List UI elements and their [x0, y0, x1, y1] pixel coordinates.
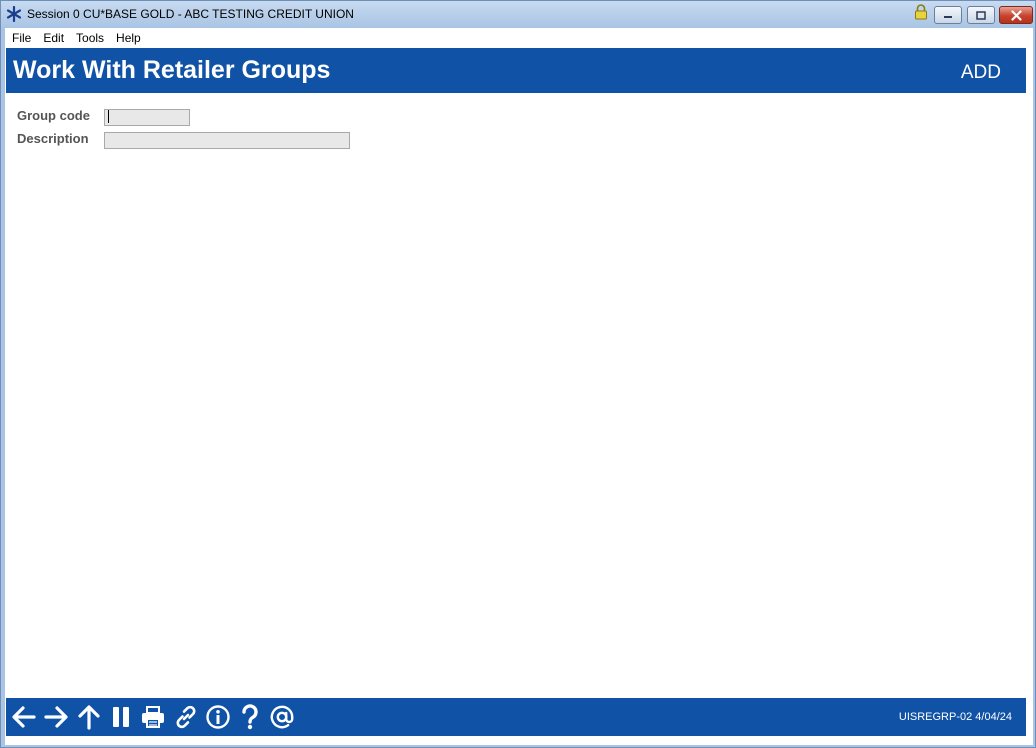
minimize-button[interactable] [934, 6, 962, 24]
menu-file[interactable]: File [6, 31, 37, 45]
app-window: Session 0 CU*BASE GOLD - ABC TESTING CRE… [0, 0, 1036, 748]
mode-label: ADD [960, 62, 1001, 83]
maximize-button[interactable] [967, 6, 995, 24]
window-title: Session 0 CU*BASE GOLD - ABC TESTING CRE… [27, 7, 354, 21]
page-title: Work With Retailer Groups [13, 56, 331, 84]
group-code-input[interactable] [104, 109, 190, 126]
app-logo-icon [6, 6, 22, 22]
help-icon [242, 704, 258, 730]
minimize-icon [944, 16, 952, 18]
link-icon [176, 705, 196, 729]
close-button[interactable] [999, 6, 1033, 24]
up-arrow-icon [78, 705, 100, 730]
close-icon [1010, 9, 1022, 21]
maximize-icon [976, 10, 986, 20]
info-icon [206, 705, 230, 729]
pause-button[interactable] [108, 704, 134, 730]
print-button[interactable] [140, 704, 166, 730]
back-button[interactable] [11, 704, 37, 730]
text-cursor [108, 110, 109, 123]
menu-bar: File Edit Tools Help [5, 28, 1033, 47]
title-bar[interactable]: Session 0 CU*BASE GOLD - ABC TESTING CRE… [1, 1, 1035, 28]
page-header: Work With Retailer Groups ADD [6, 48, 1026, 93]
up-button[interactable] [76, 704, 102, 730]
group-code-label: Group code [17, 108, 90, 123]
description-input[interactable] [104, 132, 350, 149]
scrollbar-track[interactable] [1026, 48, 1033, 698]
link-button[interactable] [173, 704, 199, 730]
menu-help[interactable]: Help [110, 31, 147, 45]
lock-icon [915, 4, 927, 20]
email-button[interactable] [269, 704, 295, 730]
print-icon [142, 706, 164, 728]
menu-tools[interactable]: Tools [70, 31, 110, 45]
function-key-bar: UISREGRP-02 4/04/24 [6, 698, 1026, 736]
forward-arrow-icon [44, 706, 68, 728]
client-area: File Edit Tools Help Work With Retailer … [5, 28, 1033, 745]
help-button[interactable] [237, 704, 263, 730]
menu-edit[interactable]: Edit [37, 31, 70, 45]
forward-button[interactable] [43, 704, 69, 730]
back-arrow-icon [12, 706, 36, 728]
email-icon [270, 705, 294, 729]
description-label: Description [17, 131, 89, 146]
screen-id: UISREGRP-02 4/04/24 [898, 711, 1012, 723]
info-button[interactable] [205, 704, 231, 730]
pause-icon [113, 707, 129, 727]
